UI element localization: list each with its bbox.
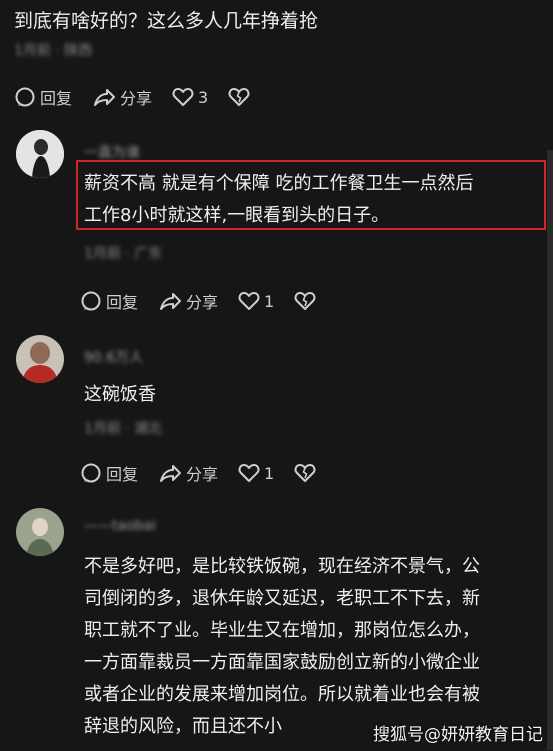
heart-icon <box>172 88 194 106</box>
share-button[interactable]: 分享 <box>158 461 218 485</box>
heart-icon <box>238 464 260 482</box>
like-count: 1 <box>264 291 275 311</box>
reply-button[interactable]: 回复 <box>14 85 72 109</box>
share-label: 分享 <box>120 89 153 108</box>
top-comment-meta: 1月前 · 陕西 <box>14 43 93 59</box>
watermark: 搜狐号@妍妍教育日记 <box>373 725 543 745</box>
username[interactable]: 90.6万人 <box>84 347 143 367</box>
like-count: 3 <box>198 87 209 107</box>
text-line: 工作8小时就这样,一眼看到头的日子。 <box>84 205 390 226</box>
reply-icon <box>15 87 35 107</box>
username[interactable]: ——taobai <box>84 518 156 534</box>
reply-actions: 回复 分享 1 <box>80 461 340 485</box>
share-label: 分享 <box>186 465 219 484</box>
reply-label: 回复 <box>40 89 73 108</box>
share-icon <box>160 465 182 482</box>
reply-icon <box>81 291 101 311</box>
reply-button[interactable]: 回复 <box>80 289 138 313</box>
like-button[interactable]: 3 <box>172 87 208 107</box>
text-line: 不是多好吧，是比较铁饭碗，现在经济不景气，公 <box>84 556 480 577</box>
like-button[interactable]: 1 <box>238 463 274 483</box>
avatar-image <box>16 130 64 178</box>
reply-icon <box>81 463 101 483</box>
text-line: 薪资不高 就是有个保障 吃的工作餐卫生一点然后 <box>84 173 474 194</box>
reply-actions: 回复 分享 1 <box>80 289 340 313</box>
reply-meta: 1月前 · 广东 <box>84 246 163 262</box>
reply-meta: 1月前 · 湖北 <box>84 421 163 437</box>
heart-icon <box>238 292 260 310</box>
scrollbar[interactable] <box>547 150 553 750</box>
broken-heart-icon <box>294 464 316 482</box>
dislike-button[interactable] <box>294 291 320 311</box>
reply-text: 不是多好吧，是比较铁饭碗，现在经济不景气，公 司倒闭的多，退休年龄又延迟，老职工… <box>84 551 544 743</box>
text-line: 或者企业的发展来增加岗位。所以就着业也会有被 <box>84 684 480 705</box>
text-line: 这碗饭香 <box>84 384 156 405</box>
avatar[interactable] <box>16 508 64 556</box>
share-button[interactable]: 分享 <box>158 289 218 313</box>
text-line: 职工就不了业。毕业生又在增加，那岗位怎么办， <box>84 620 480 641</box>
text-line: 一方面靠裁员一方面靠国家鼓励创立新的小微企业 <box>84 652 480 673</box>
top-comment-actions: 回复 分享 3 <box>14 85 274 109</box>
share-icon <box>94 89 116 106</box>
reply-text: 这碗饭香 <box>84 379 156 411</box>
broken-heart-icon <box>228 88 250 106</box>
top-comment-text: 到底有啥好的？这么多人几年挣着抢 <box>14 10 319 32</box>
like-count: 1 <box>264 463 275 483</box>
text-line: 司倒闭的多，退休年龄又延迟，老职工不下去，新 <box>84 588 480 609</box>
dislike-button[interactable] <box>228 87 254 107</box>
reply-text: 薪资不高 就是有个保障 吃的工作餐卫生一点然后 工作8小时就这样,一眼看到头的日… <box>84 168 544 232</box>
share-label: 分享 <box>186 293 219 312</box>
share-button[interactable]: 分享 <box>92 85 152 109</box>
share-icon <box>160 293 182 310</box>
broken-heart-icon <box>294 292 316 310</box>
reply-label: 回复 <box>106 293 139 312</box>
avatar-image <box>16 508 64 556</box>
avatar-image <box>16 335 64 383</box>
username[interactable]: 一直为谁 <box>84 142 140 162</box>
dislike-button[interactable] <box>294 463 320 483</box>
reply-button[interactable]: 回复 <box>80 461 138 485</box>
reply-label: 回复 <box>106 465 139 484</box>
like-button[interactable]: 1 <box>238 291 274 311</box>
avatar[interactable] <box>16 335 64 383</box>
avatar[interactable] <box>16 130 64 178</box>
